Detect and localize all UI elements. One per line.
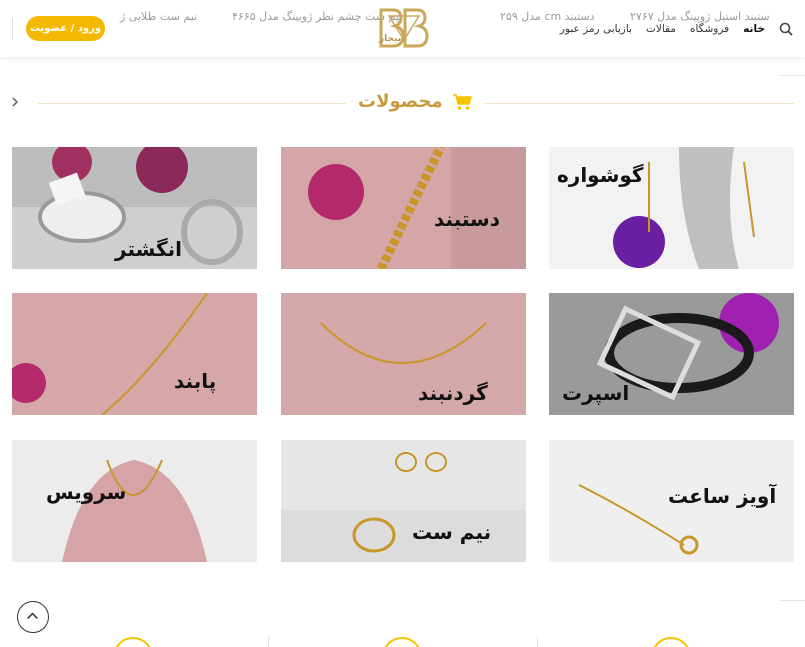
category-tile-bracelet[interactable]: دستبند xyxy=(281,147,526,269)
anklet-image xyxy=(12,293,257,415)
products-section-header: محصولات xyxy=(0,85,805,119)
category-label: گردنبند xyxy=(418,381,488,405)
category-tile-set[interactable]: سرویس xyxy=(12,440,257,562)
divider xyxy=(779,600,805,601)
category-label: اسپرت xyxy=(562,381,630,405)
chevron-up-icon xyxy=(27,612,38,619)
category-label: نیم ست xyxy=(412,520,492,544)
title-line xyxy=(38,103,346,104)
category-label: انگشتر xyxy=(115,237,182,261)
category-tile-earring[interactable]: گوشواره xyxy=(549,147,794,269)
category-label: پابند xyxy=(174,369,217,393)
logo-text: بیجار xyxy=(379,34,402,44)
feature-icon xyxy=(113,637,153,647)
site-header: نیم ست طلایی ژ نیم ست چشم نظر ژوپینگ مدل… xyxy=(0,0,805,57)
login-register-button[interactable]: ورود / عضویت xyxy=(26,16,105,41)
search-icon[interactable] xyxy=(779,22,793,36)
feature-icon xyxy=(651,637,691,647)
category-label: آویز ساعت xyxy=(668,484,777,508)
section-title: محصولات xyxy=(358,91,443,112)
necklace-image xyxy=(281,293,526,415)
divider xyxy=(779,75,805,76)
title-line xyxy=(484,103,794,104)
nav-password-recovery[interactable]: بازیابی رمز عبور xyxy=(560,23,632,35)
feature-divider xyxy=(268,637,269,647)
category-tile-anklet[interactable]: پابند xyxy=(12,293,257,415)
category-label: دستبند xyxy=(434,207,500,231)
ticker-item[interactable]: نیم ست طلایی ژ xyxy=(120,10,197,23)
chevron-left-icon[interactable] xyxy=(9,95,21,109)
feature-icon xyxy=(382,637,422,647)
category-tile-watch-charm[interactable]: آویز ساعت xyxy=(549,440,794,562)
category-tile-necklace[interactable]: گردنبند xyxy=(281,293,526,415)
main-nav: خانه فروشگاه مقالات بازیابی رمز عبور xyxy=(560,20,793,38)
scroll-to-top-button[interactable] xyxy=(17,601,49,633)
header-divider xyxy=(12,18,13,40)
feature-divider xyxy=(537,637,538,647)
nav-shop[interactable]: فروشگاه xyxy=(690,23,729,35)
category-label: گوشواره xyxy=(557,163,644,187)
category-label: سرویس xyxy=(46,480,127,504)
category-tile-ring[interactable]: انگشتر xyxy=(12,147,257,269)
nav-articles[interactable]: مقالات xyxy=(646,23,676,35)
category-tile-half-set[interactable]: نیم ست xyxy=(281,440,526,562)
cart-icon xyxy=(453,94,472,110)
nav-home[interactable]: خانه xyxy=(743,23,765,35)
category-tile-sport[interactable]: اسپرت xyxy=(549,293,794,415)
